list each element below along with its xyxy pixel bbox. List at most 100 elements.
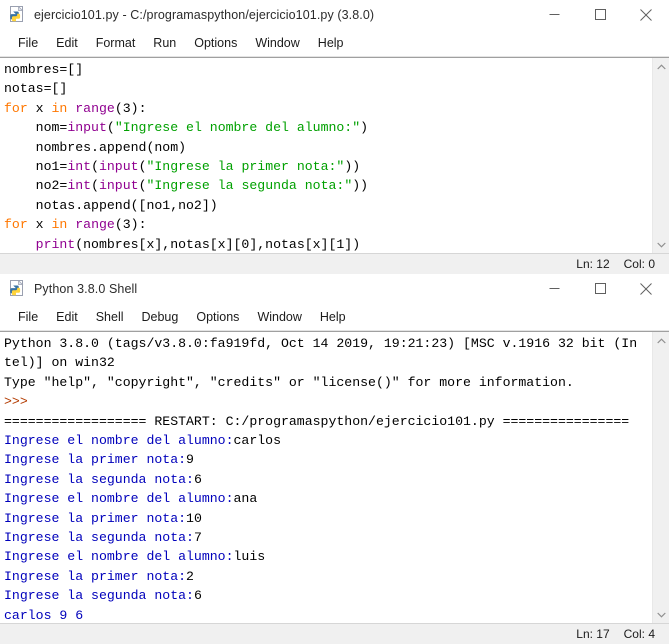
text-span: input — [98, 178, 139, 194]
shell-menu-options[interactable]: Options — [187, 308, 248, 327]
text-span: Ingrese el nombre del alumno: — [4, 433, 234, 449]
shell-line: Ingrese la primer nota:2 — [4, 567, 669, 586]
editor-text-area[interactable]: nombres=[] notas=[] for x in range(3): nom… — [0, 57, 669, 253]
shell-titlebar[interactable]: Python 3.8.0 Shell — [0, 274, 669, 304]
scroll-down-icon[interactable] — [653, 606, 669, 623]
code-line: nombres.append(nom) — [4, 138, 669, 157]
text-span: ( — [91, 159, 99, 175]
shell-vertical-scrollbar[interactable] — [652, 332, 669, 623]
shell-line: Ingrese la segunda nota:6 — [4, 586, 669, 605]
shell-line: Ingrese la segunda nota:6 — [4, 470, 669, 489]
editor-code-content[interactable]: nombres=[] notas=[] for x in range(3): nom… — [0, 58, 669, 254]
text-span: input — [98, 159, 139, 175]
shell-menu-shell[interactable]: Shell — [87, 308, 133, 327]
shell-line: Ingrese el nombre del alumno:luis — [4, 547, 669, 566]
code-line: no1=int(input("Ingrese la primer nota:")… — [4, 157, 669, 176]
text-span: "Ingrese la primer nota:" — [146, 159, 345, 175]
text-span: ) — [360, 120, 369, 136]
text-span: 10 — [186, 510, 202, 526]
editor-menu-format[interactable]: Format — [87, 34, 145, 53]
text-span: notas.append([no1,no2]) — [4, 197, 218, 213]
text-span: ana — [233, 491, 258, 507]
editor-menubar: File Edit Format Run Options Window Help — [0, 30, 669, 57]
shell-window-controls — [531, 274, 669, 303]
text-span: Ingrese la segunda nota: — [4, 530, 194, 546]
minimize-icon[interactable] — [531, 274, 577, 303]
text-span: "Ingrese la segunda nota:" — [146, 178, 353, 194]
editor-menu-edit[interactable]: Edit — [47, 34, 87, 53]
text-span: input — [67, 120, 107, 136]
text-span: in — [51, 100, 68, 116]
editor-window-controls — [531, 0, 669, 29]
minimize-icon[interactable] — [531, 0, 577, 29]
shell-menu-window[interactable]: Window — [248, 308, 310, 327]
text-span: 2 — [186, 568, 194, 584]
text-span: Ingrese la primer nota: — [4, 568, 187, 584]
scroll-up-icon[interactable] — [653, 332, 669, 349]
text-span: x — [27, 100, 52, 116]
shell-line: Python 3.8.0 (tags/v3.8.0:fa919fd, Oct 1… — [4, 334, 669, 353]
text-span: tel)] on win32 — [4, 355, 115, 371]
text-span: 7 — [193, 530, 202, 546]
text-span: range — [75, 100, 115, 116]
text-span: 6 — [193, 471, 202, 487]
text-span: )) — [344, 159, 361, 175]
editor-menu-options[interactable]: Options — [185, 34, 246, 53]
shell-menu-edit[interactable]: Edit — [47, 308, 87, 327]
shell-line: Ingrese la primer nota:10 — [4, 509, 669, 528]
text-span: carlos 9 6 — [4, 607, 84, 623]
maximize-icon[interactable] — [577, 274, 623, 303]
text-span: "Ingrese el nombre del alumno:" — [114, 120, 361, 136]
shell-menu-debug[interactable]: Debug — [133, 308, 188, 327]
text-span: ================== RESTART: C:/programas… — [4, 413, 630, 429]
text-span: nom= — [4, 120, 68, 136]
maximize-icon[interactable] — [577, 0, 623, 29]
shell-line: Ingrese el nombre del alumno:carlos — [4, 431, 669, 450]
text-span: Ingrese la segunda nota: — [4, 471, 194, 487]
shell-line: Type "help", "copyright", "credits" or "… — [4, 373, 669, 392]
editor-menu-help[interactable]: Help — [309, 34, 353, 53]
close-icon[interactable] — [623, 0, 669, 29]
editor-menu-file[interactable]: File — [9, 34, 47, 53]
text-span: ( — [91, 178, 99, 194]
text-span: in — [51, 217, 68, 233]
text-span: Ingrese el nombre del alumno: — [4, 491, 234, 507]
text-span: Ingrese el nombre del alumno: — [4, 549, 234, 565]
python-idle-icon — [9, 5, 26, 23]
text-span: print — [35, 236, 76, 252]
shell-output-content[interactable]: Python 3.8.0 (tags/v3.8.0:fa919fd, Oct 1… — [0, 332, 669, 624]
text-span: carlos — [233, 433, 281, 449]
editor-menu-window[interactable]: Window — [246, 34, 308, 53]
close-icon[interactable] — [623, 274, 669, 303]
editor-menu-run[interactable]: Run — [144, 34, 185, 53]
shell-menu-file[interactable]: File — [9, 308, 47, 327]
shell-line: tel)] on win32 — [4, 353, 669, 372]
code-line: no2=int(input("Ingrese la segunda nota:"… — [4, 176, 669, 195]
text-span: int — [67, 178, 92, 194]
text-span: int — [67, 159, 92, 175]
shell-line: >>> — [4, 392, 669, 411]
text-span: Ingrese la segunda nota: — [4, 588, 194, 604]
text-span: no2= — [4, 178, 68, 194]
text-span: for — [4, 100, 28, 116]
shell-line: Ingrese el nombre del alumno:ana — [4, 489, 669, 508]
scroll-down-icon[interactable] — [653, 236, 669, 253]
editor-titlebar[interactable]: ejercicio101.py - C:/programaspython/eje… — [0, 0, 669, 30]
text-span: luis — [233, 549, 266, 565]
editor-vertical-scrollbar[interactable] — [652, 58, 669, 253]
text-span: notas=[] — [4, 81, 68, 97]
shell-title-text: Python 3.8.0 Shell — [34, 281, 138, 296]
text-span: no1= — [4, 159, 68, 175]
shell-text-area[interactable]: Python 3.8.0 (tags/v3.8.0:fa919fd, Oct 1… — [0, 331, 669, 623]
text-span: nombres.append(nom) — [4, 139, 187, 155]
editor-statusbar: Ln: 12 Col: 0 — [0, 253, 669, 274]
text-span: Python 3.8.0 (tags/v3.8.0:fa919fd, Oct 1… — [4, 336, 638, 351]
scroll-up-icon[interactable] — [653, 58, 669, 75]
text-span — [4, 237, 36, 252]
shell-line: Ingrese la primer nota:9 — [4, 450, 669, 469]
python-idle-icon — [9, 279, 26, 297]
text-span: Ingrese la primer nota: — [4, 452, 187, 468]
shell-menu-help[interactable]: Help — [311, 308, 355, 327]
text-span: ( — [106, 120, 115, 136]
text-span: for — [4, 217, 28, 233]
